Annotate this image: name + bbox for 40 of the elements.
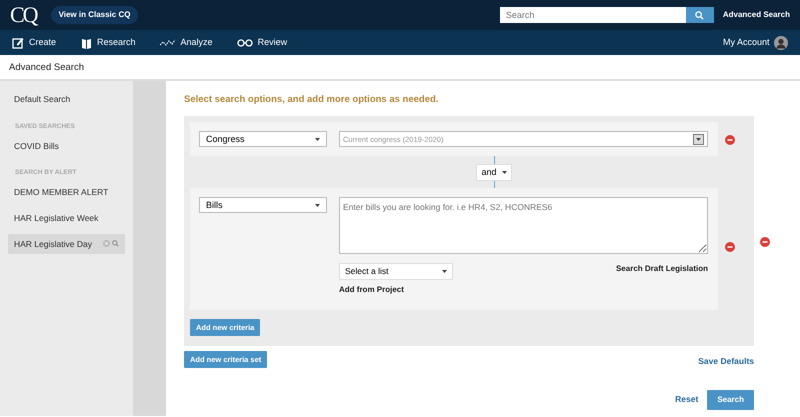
advanced-search-link[interactable]: Advanced Search — [722, 9, 790, 21]
dropdown-icon — [693, 134, 704, 145]
caret-icon — [315, 138, 320, 141]
search-button[interactable] — [686, 7, 714, 23]
glasses-icon — [236, 36, 253, 48]
nav-link[interactable]: Create — [12, 36, 56, 50]
list-dropdown[interactable]: Select a list — [339, 262, 453, 280]
bills-input-field[interactable]: Enter bills you are looking for. i.e HR4, S2, HCONRES6 — [339, 197, 708, 254]
nav-link[interactable]: Review — [236, 36, 288, 50]
edit-icon — [12, 36, 24, 48]
caret-icon — [315, 204, 320, 207]
instruction-text: Select search options, and add more options as needed. — [184, 93, 440, 107]
search-icon — [695, 10, 704, 20]
caret-icon — [502, 170, 507, 174]
logo[interactable]: CQ — [10, 4, 37, 26]
search-icon[interactable] — [112, 240, 119, 248]
book-icon — [80, 36, 92, 48]
search-field[interactable]: Search — [500, 7, 686, 23]
remove-icon[interactable] — [760, 237, 770, 248]
sidebar-item[interactable]: HAR Legislative Week — [8, 208, 125, 228]
reset-link[interactable]: Reset — [675, 393, 698, 406]
nav-link[interactable]: Research — [80, 36, 136, 50]
sidebar-item[interactable]: Default Search — [8, 89, 125, 110]
classic-view-button[interactable]: View in Classic CQ — [50, 6, 138, 24]
page-title: Advanced Search — [9, 62, 84, 73]
add-from-project-link[interactable]: Add from Project — [339, 284, 404, 296]
remove-icon[interactable] — [725, 242, 735, 252]
caret-icon — [442, 270, 447, 273]
sidebar-item[interactable]: DEMO MEMBER ALERT — [8, 182, 125, 203]
avatar-icon[interactable] — [774, 36, 788, 50]
save-defaults-link[interactable]: Save Defaults — [698, 355, 754, 368]
my-account-link[interactable]: My Account — [722, 36, 770, 50]
field-dropdown[interactable]: Congress — [199, 131, 327, 148]
nav-link[interactable]: Analyze — [160, 36, 213, 50]
remove-icon[interactable] — [725, 135, 735, 146]
sidebar-item[interactable]: COVID Bills — [8, 136, 125, 156]
field-dropdown[interactable]: Bills — [199, 197, 327, 214]
sidebar-item[interactable]: HAR Legislative Day — [8, 234, 125, 254]
draft-legislation-link[interactable]: Search Draft Legislation — [616, 263, 708, 276]
connector-dropdown[interactable]: and — [476, 164, 512, 181]
